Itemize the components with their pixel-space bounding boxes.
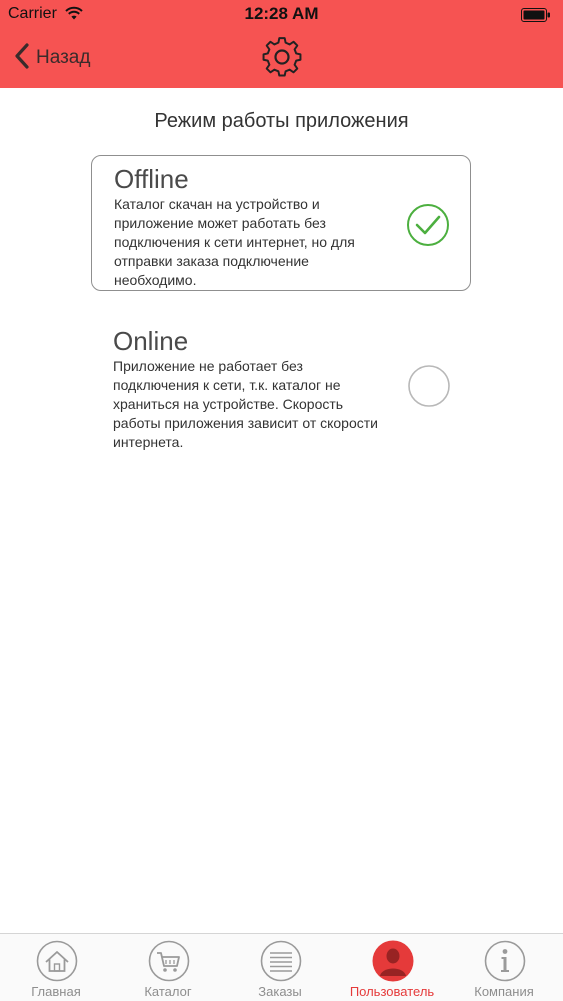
tab-user[interactable]: Пользователь: [336, 934, 448, 1001]
back-button[interactable]: Назад: [14, 42, 90, 74]
top-bar: Carrier 12:28 AM Назад: [0, 0, 563, 88]
mode-title: Online: [113, 326, 189, 356]
mode-title: Offline: [114, 164, 189, 194]
tab-orders[interactable]: Заказы: [224, 934, 336, 1001]
mode-option-online[interactable]: Online Приложение не работает без подклю…: [91, 318, 471, 450]
mode-option-offline[interactable]: Offline Каталог скачан на устройство и п…: [91, 155, 471, 291]
cart-icon: [148, 940, 190, 987]
mode-description: Каталог скачан на устройство и приложени…: [114, 196, 355, 288]
tab-label: Пользователь: [349, 984, 435, 999]
tab-company[interactable]: Компания: [448, 934, 560, 1001]
chevron-left-icon: [14, 42, 30, 75]
list-icon: [260, 940, 302, 987]
home-icon: [36, 940, 78, 987]
check-circle-icon[interactable]: [406, 203, 450, 252]
empty-circle-icon[interactable]: [407, 364, 451, 413]
tab-label: Главная: [31, 984, 81, 999]
gear-icon[interactable]: [260, 35, 304, 84]
status-bar: Carrier 12:28 AM: [0, 0, 563, 30]
status-time: 12:28 AM: [244, 4, 319, 23]
tab-label: Компания: [474, 984, 534, 999]
battery-icon: [521, 8, 551, 27]
tab-bar: Главная Каталог Заказы Пользователь Комп…: [0, 933, 563, 1001]
user-icon: [372, 940, 414, 987]
tab-home[interactable]: Главная: [0, 934, 112, 1001]
mode-description: Приложение не работает без подключения к…: [113, 358, 378, 450]
tab-label: Каталог: [144, 984, 192, 999]
section-title: Режим работы приложения: [154, 110, 409, 132]
info-icon: [484, 940, 526, 987]
back-label: Назад: [36, 47, 91, 68]
tab-catalog[interactable]: Каталог: [112, 934, 224, 1001]
tab-label: Заказы: [258, 984, 302, 999]
